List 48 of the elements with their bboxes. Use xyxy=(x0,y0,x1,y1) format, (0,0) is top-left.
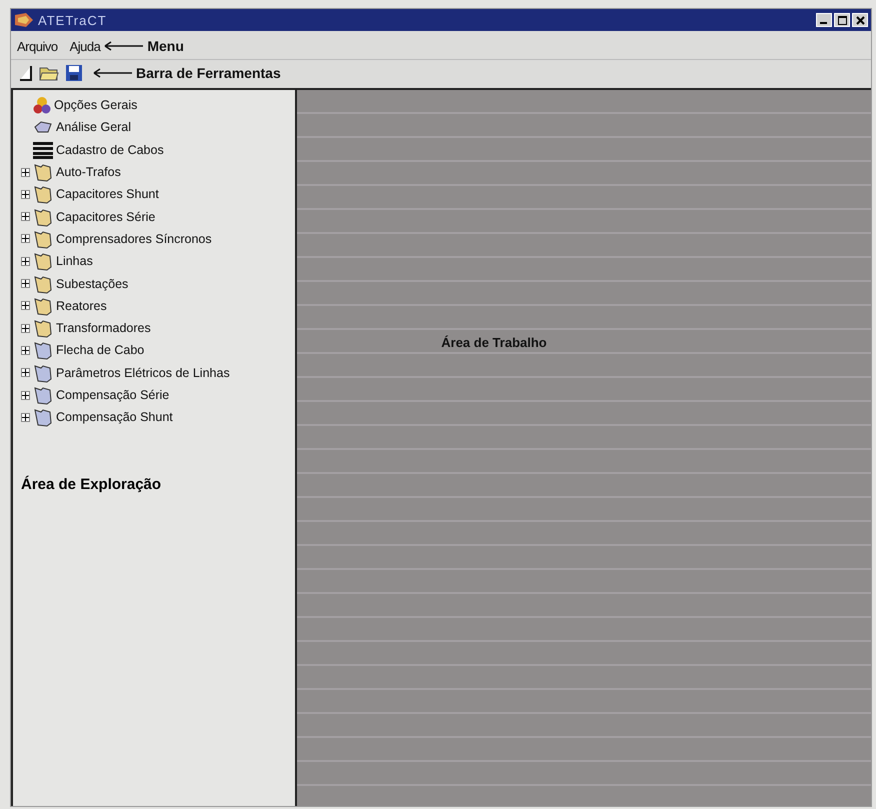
tree-item[interactable]: Linhas xyxy=(56,254,93,268)
list-icon xyxy=(33,140,53,159)
tree-item[interactable]: Parâmetros Elétricos de Linhas xyxy=(56,366,230,380)
arrow-icon xyxy=(93,68,133,78)
expand-icon[interactable] xyxy=(21,256,30,266)
tree-item[interactable]: Comprensadores Síncronos xyxy=(56,232,212,246)
annotation-label: Menu xyxy=(147,38,184,54)
menu-item[interactable]: Arquivo xyxy=(17,38,58,54)
window-title: ATETraCT xyxy=(38,12,107,28)
expand-icon[interactable] xyxy=(21,368,30,378)
shapes-icon xyxy=(33,96,51,114)
close-button[interactable] xyxy=(852,13,868,27)
tree-item[interactable]: Capacitores Série xyxy=(56,210,156,224)
menu-item[interactable]: Ajuda xyxy=(70,38,100,54)
tree-item[interactable]: Cadastro de Cabos xyxy=(56,142,164,157)
expand-icon[interactable] xyxy=(21,190,30,199)
folder-icon[interactable] xyxy=(39,65,59,81)
expand-icon[interactable] xyxy=(21,390,30,400)
annotation-label: Área de Exploração xyxy=(21,476,162,494)
expand-icon[interactable] xyxy=(21,234,30,244)
maximize-icon xyxy=(838,16,846,24)
tree-item[interactable]: Flecha de Cabo xyxy=(56,343,144,358)
expand-icon[interactable] xyxy=(21,346,30,355)
stone-icon xyxy=(33,120,53,134)
tree-item[interactable]: Auto-Trafos xyxy=(56,165,121,180)
expand-icon[interactable] xyxy=(21,212,30,222)
tree-item[interactable]: Transformadores xyxy=(56,321,151,336)
annotation-label: Barra de Ferramentas xyxy=(136,65,281,81)
expand-icon[interactable] xyxy=(21,324,30,333)
expand-icon[interactable] xyxy=(21,168,30,177)
tree-item[interactable]: Análise Geral xyxy=(56,120,132,134)
tree-item[interactable]: Reatores xyxy=(56,298,107,313)
close-icon xyxy=(856,16,864,24)
tree-item[interactable]: Capacitores Shunt xyxy=(56,187,159,202)
tree-item[interactable]: Opções Gerais xyxy=(54,98,138,112)
new-file-icon[interactable] xyxy=(19,64,33,82)
save-icon[interactable] xyxy=(65,64,83,82)
arrow-icon xyxy=(104,41,144,51)
maximize-button[interactable] xyxy=(834,13,850,27)
annotation-label: Área de Trabalho xyxy=(441,335,547,351)
tree-item[interactable]: Subestações xyxy=(56,276,128,291)
expand-icon[interactable] xyxy=(21,412,30,422)
app-logo-icon xyxy=(14,12,34,28)
expand-icon[interactable] xyxy=(21,279,30,288)
expand-icon[interactable] xyxy=(21,301,30,310)
tree-item[interactable]: Compensação Shunt xyxy=(56,410,173,424)
minimize-button[interactable] xyxy=(816,13,832,27)
tree-item[interactable]: Compensação Série xyxy=(56,388,170,402)
